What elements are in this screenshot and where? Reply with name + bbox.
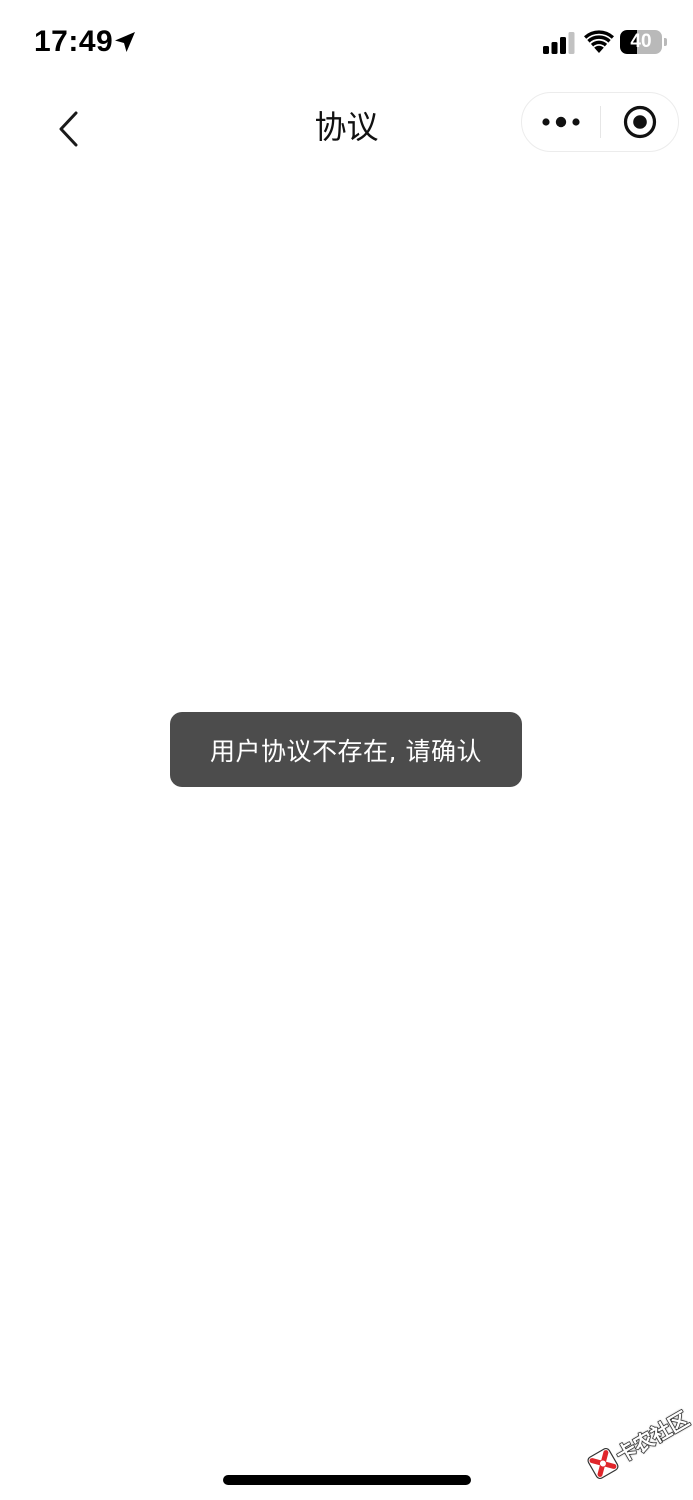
watermark-text: 卡农社区 bbox=[611, 1406, 693, 1468]
location-arrow-icon bbox=[115, 32, 135, 52]
close-mini-program-button[interactable] bbox=[601, 93, 679, 151]
wifi-icon bbox=[584, 30, 614, 53]
cellular-signal-icon bbox=[543, 32, 575, 54]
nav-bar: 协议 bbox=[0, 84, 693, 172]
battery-body: 40 bbox=[620, 30, 662, 54]
home-indicator[interactable] bbox=[223, 1475, 471, 1485]
battery-cap bbox=[664, 38, 667, 46]
toast: 用户协议不存在, 请确认 bbox=[170, 712, 522, 787]
status-bar: 17:49 40 bbox=[0, 0, 693, 84]
battery-icon: 40 bbox=[620, 30, 668, 56]
more-button[interactable] bbox=[522, 93, 600, 151]
target-close-icon bbox=[623, 105, 657, 139]
mini-program-capsule bbox=[521, 92, 679, 152]
status-time: 17:49 bbox=[34, 25, 114, 58]
toast-message: 用户协议不存在, 请确认 bbox=[210, 736, 482, 766]
more-dots-icon bbox=[542, 116, 580, 128]
screen: 17:49 40 协议 用户协议不存在, 请确认 卡农社区 bbox=[0, 0, 693, 1500]
battery-level-text: 40 bbox=[630, 31, 652, 52]
watermark: 卡农社区 bbox=[574, 1390, 693, 1500]
